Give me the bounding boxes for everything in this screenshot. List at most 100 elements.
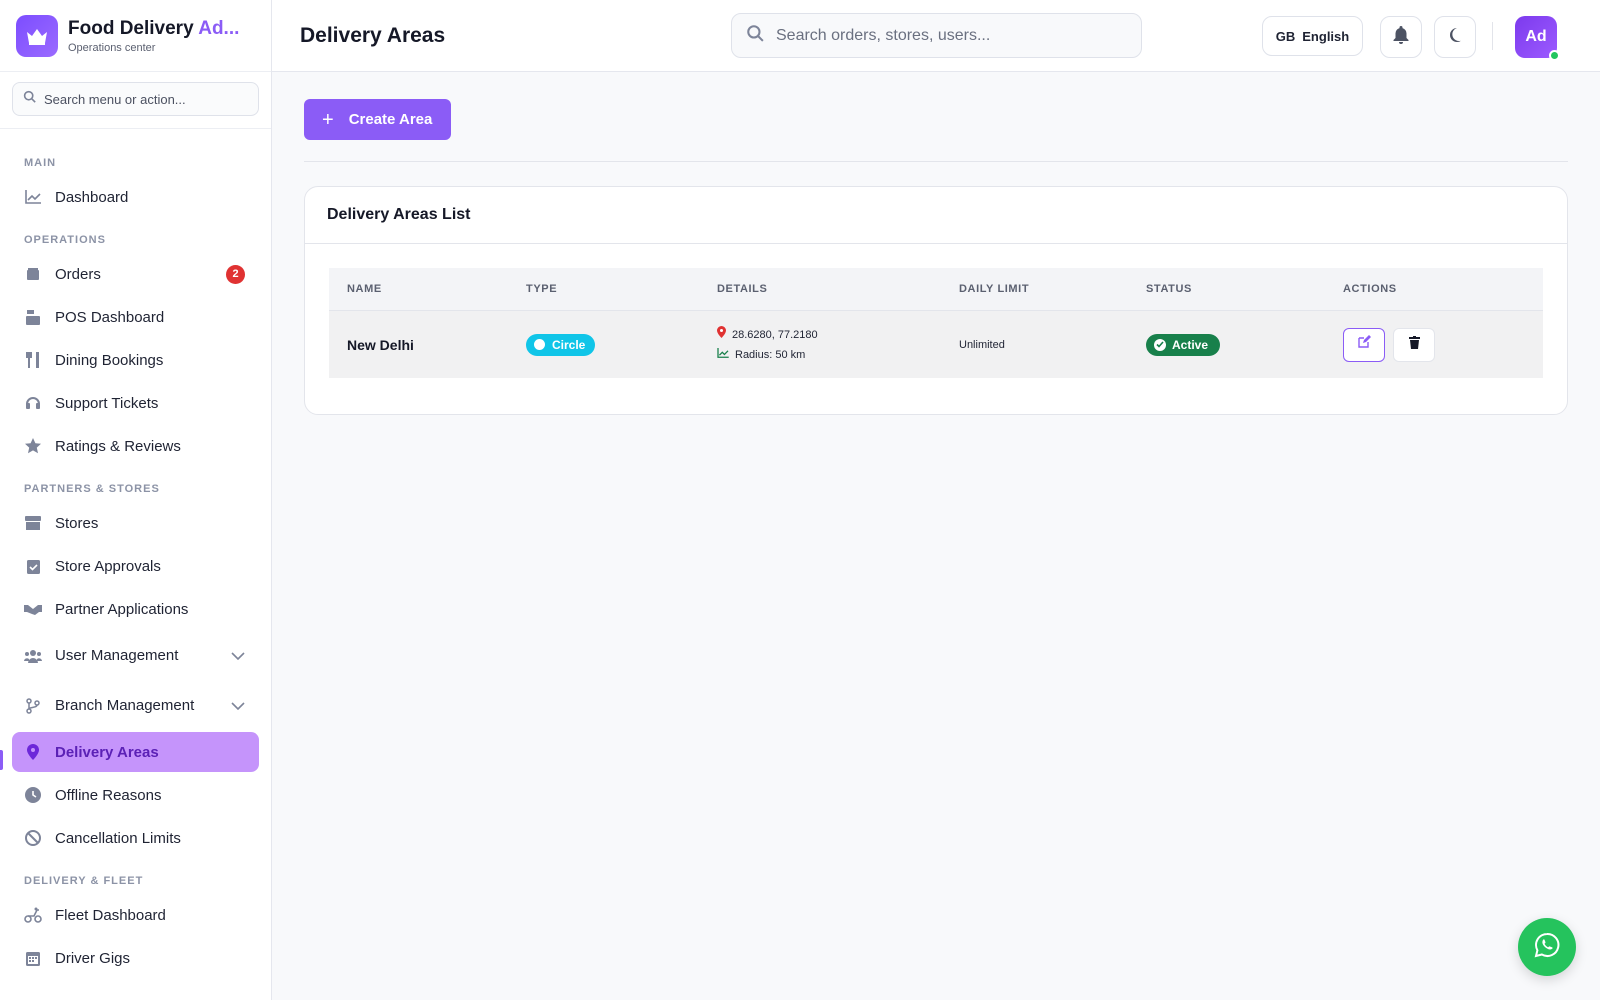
sidebar-item-pos-dashboard[interactable]: POS Dashboard <box>12 297 259 337</box>
sidebar-item-stores[interactable]: Stores <box>12 503 259 543</box>
create-area-button[interactable]: + Create Area <box>304 99 451 140</box>
status-badge: Active <box>1146 333 1221 356</box>
chevron-down-icon[interactable] <box>231 697 245 714</box>
headset-icon <box>24 394 42 412</box>
chevron-down-icon[interactable] <box>231 647 245 664</box>
sidebar-item-label: User Management <box>55 647 179 664</box>
topbar: Delivery Areas GB English Ad <box>272 0 1600 72</box>
store-icon <box>24 514 42 532</box>
clipboard-check-icon <box>24 557 42 575</box>
language-selector[interactable]: GB English <box>1262 16 1363 56</box>
clock-icon <box>24 786 42 804</box>
sidebar-item-dining-bookings[interactable]: Dining Bookings <box>12 340 259 380</box>
theme-toggle-button[interactable] <box>1434 16 1476 58</box>
column-header-name: NAME <box>347 283 382 295</box>
sidebar-item-offline-reasons[interactable]: Offline Reasons <box>12 775 259 815</box>
search-icon <box>746 24 764 47</box>
sidebar-item-label: Ratings & Reviews <box>55 437 181 455</box>
sidebar-item-store-approvals[interactable]: Store Approvals <box>12 546 259 586</box>
chart-line-icon <box>717 345 735 365</box>
sidebar-item-ratings-reviews[interactable]: Ratings & Reviews <box>12 426 259 466</box>
sidebar-search-input[interactable] <box>44 91 244 107</box>
utensils-icon <box>24 351 42 369</box>
row-actions <box>1343 327 1439 362</box>
sidebar: Food Delivery Ad... Operations center MA… <box>0 0 272 1000</box>
column-header-details: DETAILS <box>717 283 768 295</box>
sidebar-item-label: Store Approvals <box>55 557 161 575</box>
card-title: Delivery Areas List <box>305 187 1567 244</box>
moon-icon <box>1447 27 1463 48</box>
global-search-input[interactable] <box>776 26 1116 45</box>
column-header-status: STATUS <box>1146 283 1192 295</box>
sidebar-item-dashboard[interactable]: Dashboard <box>12 177 259 217</box>
trash-icon <box>1408 335 1420 354</box>
column-header-type: TYPE <box>526 283 558 295</box>
sidebar-item-orders[interactable]: Orders 2 <box>12 254 259 294</box>
sidebar-item-label: Dashboard <box>55 188 129 206</box>
chart-line-icon <box>24 188 42 206</box>
search-icon <box>23 90 36 108</box>
whatsapp-chat-button[interactable] <box>1518 918 1576 976</box>
delivery-areas-table: NAME TYPE DETAILS DAILY LIMIT STATUS ACT… <box>329 268 1543 378</box>
section-label-operations: OPERATIONS <box>24 234 106 246</box>
calendar-icon <box>24 949 42 967</box>
map-pin-icon <box>717 325 732 345</box>
area-details: 28.6280, 77.2180 Radius: 50 km <box>717 325 818 365</box>
sidebar-item-driver-gigs[interactable]: Driver Gigs <box>12 938 259 978</box>
sidebar-item-label: Stores <box>55 514 99 532</box>
orders-count-badge: 2 <box>226 264 245 284</box>
moped-icon <box>24 906 42 924</box>
check-circle-icon <box>1154 338 1166 351</box>
avatar-initials: Ad <box>1525 28 1547 45</box>
sidebar-item-label: Dining Bookings <box>55 351 164 369</box>
cash-register-icon <box>24 308 42 326</box>
sidebar-item-label: Driver Gigs <box>55 949 131 967</box>
page-title: Delivery Areas <box>300 23 446 47</box>
sidebar-item-support-tickets[interactable]: Support Tickets <box>12 383 259 423</box>
box-icon <box>24 265 42 283</box>
sidebar-item-label: POS Dashboard <box>55 308 165 326</box>
sidebar-nav: MAIN Dashboard OPERATIONS Orders 2 POS D… <box>0 129 271 978</box>
avatar[interactable]: Ad <box>1515 16 1560 61</box>
edit-button[interactable] <box>1343 327 1385 362</box>
sidebar-item-branch-management[interactable]: Branch Management <box>12 682 259 729</box>
type-label: Circle <box>552 337 586 352</box>
notifications-button[interactable] <box>1380 16 1422 58</box>
area-coordinates: 28.6280, 77.2180 <box>732 328 818 341</box>
sidebar-search[interactable] <box>12 82 259 116</box>
sidebar-item-delivery-areas[interactable]: Delivery Areas <box>12 732 259 772</box>
active-nav-marker <box>0 750 3 770</box>
sidebar-item-label: Orders <box>55 265 101 283</box>
sidebar-item-label: Fleet Dashboard <box>55 906 166 924</box>
sidebar-item-user-management[interactable]: User Management <box>12 632 259 679</box>
table-row: New Delhi Circle 28.6280, 77.2180 Radius… <box>329 311 1543 378</box>
edit-icon <box>1357 335 1371 354</box>
circle-icon <box>534 339 545 350</box>
global-search[interactable] <box>731 13 1142 58</box>
area-name: New Delhi <box>347 336 414 353</box>
section-label-fleet: DELIVERY & FLEET <box>24 875 144 887</box>
language-label: English <box>1302 28 1350 44</box>
delete-button[interactable] <box>1393 327 1436 362</box>
type-badge: Circle <box>526 333 596 356</box>
star-icon <box>24 437 42 455</box>
sidebar-item-label: Delivery Areas <box>55 743 159 761</box>
sidebar-item-label: Support Tickets <box>55 394 159 412</box>
sidebar-item-fleet-dashboard[interactable]: Fleet Dashboard <box>12 895 259 935</box>
main-content: + Create Area Delivery Areas List NAME T… <box>272 72 1600 1000</box>
handshake-icon <box>24 600 42 618</box>
status-label: Active <box>1172 337 1209 352</box>
ban-icon <box>24 829 42 847</box>
online-status-dot <box>1549 50 1560 61</box>
sidebar-item-cancellation-limits[interactable]: Cancellation Limits <box>12 818 259 858</box>
sidebar-item-label: Cancellation Limits <box>55 829 181 847</box>
sidebar-item-label: Offline Reasons <box>55 786 162 804</box>
plus-icon: + <box>322 108 334 131</box>
sidebar-item-label: Branch Management <box>55 697 195 714</box>
brand: Food Delivery Ad... Operations center <box>0 0 271 72</box>
daily-limit: Unlimited <box>959 338 1005 351</box>
topbar-divider <box>1492 22 1493 50</box>
brand-title: Food Delivery Ad... <box>68 17 240 39</box>
sidebar-item-partner-applications[interactable]: Partner Applications <box>12 589 259 629</box>
crown-icon <box>16 14 58 57</box>
